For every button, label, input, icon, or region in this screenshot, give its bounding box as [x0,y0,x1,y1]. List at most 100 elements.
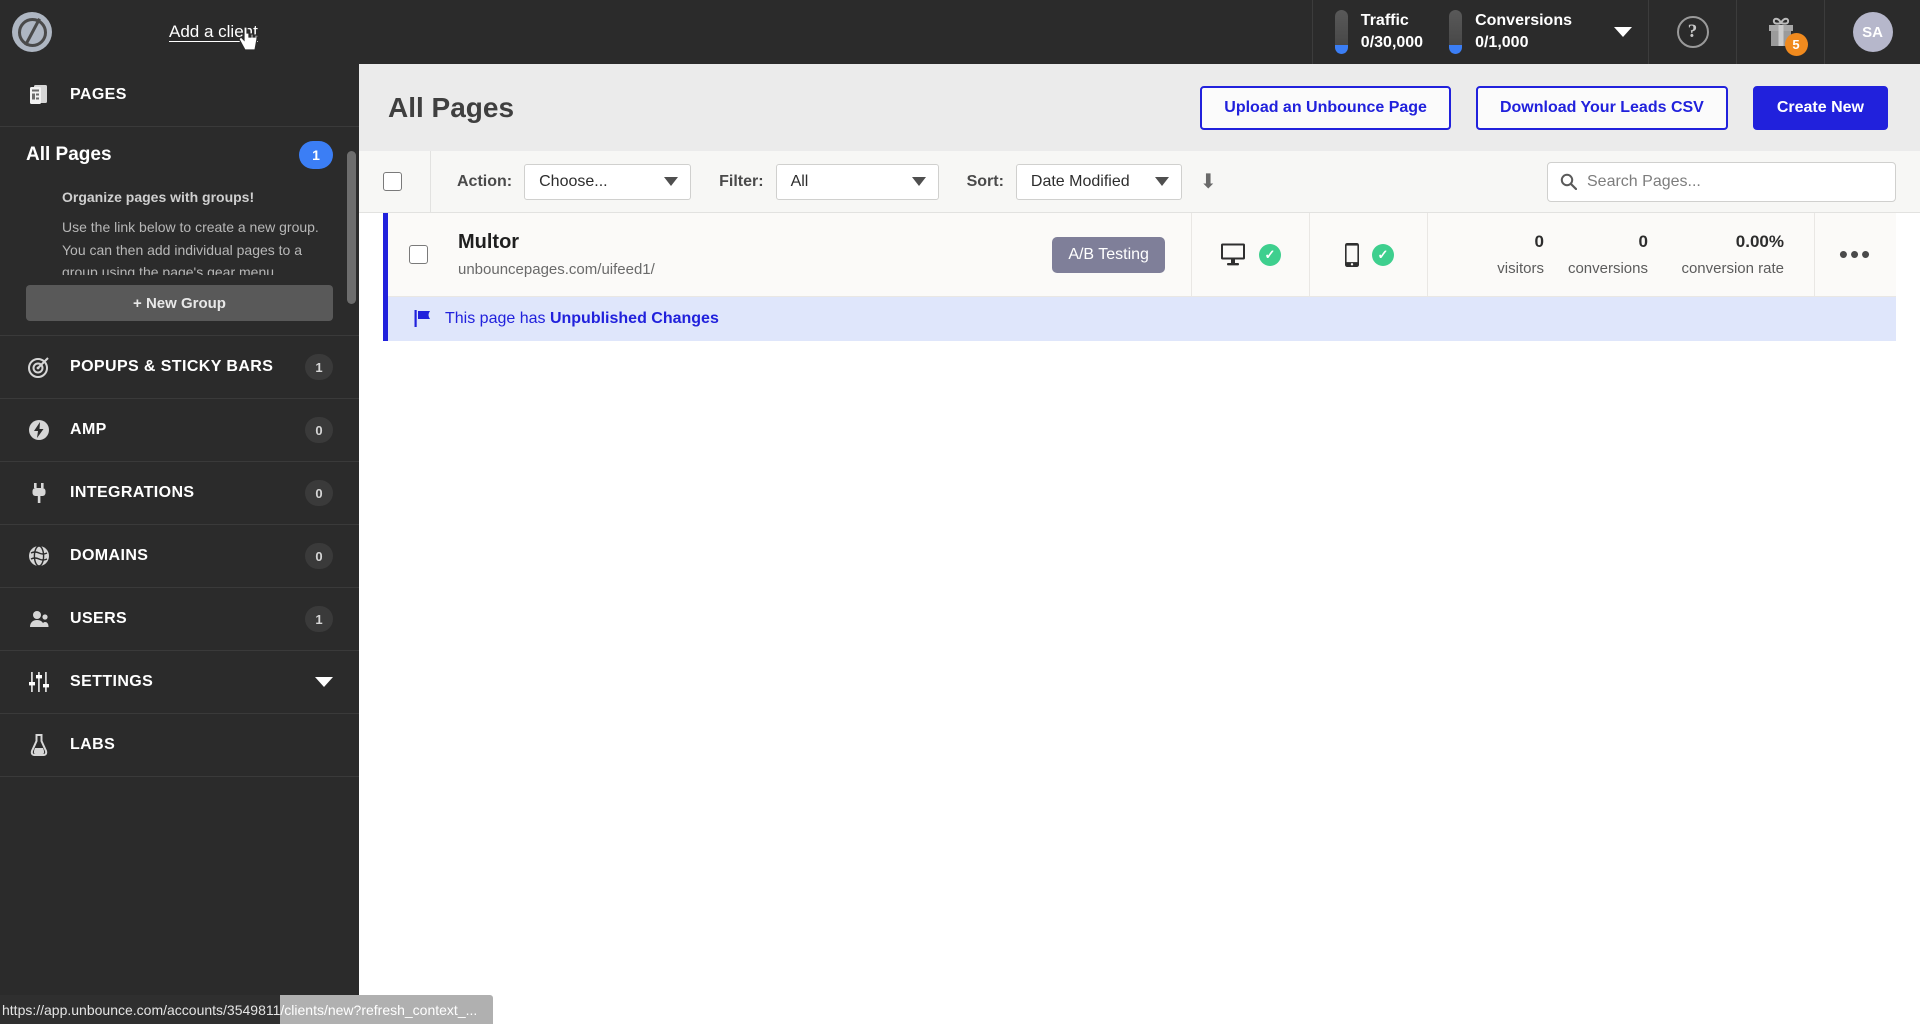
toolbar-divider [430,150,431,213]
sidebar-item-popups-sticky-bars[interactable]: POPUPS & STICKY BARS 1 [0,336,359,398]
all-pages-label: All Pages [26,144,112,165]
sort-select[interactable]: Date Modified [1015,163,1182,200]
status-url-dark: https://app.unbounce.com/accounts/354981… [0,995,281,1024]
new-group-button[interactable]: + New Group [26,285,333,321]
arrow-down-icon[interactable]: ⬇ [1200,172,1217,192]
mobile-status-cell: ✓ [1308,212,1427,297]
sidebar-item-users[interactable]: USERS 1 [0,588,359,650]
sidebar-item-all-pages[interactable]: All Pages 1 [0,127,359,183]
sidebar-item-count: 1 [305,354,333,380]
notice-strong: Unpublished Changes [549,310,719,327]
group-hint-body: Use the link below to create a new group… [62,219,319,275]
action-label: Action: [457,172,513,190]
desktop-status-cell: ✓ [1190,212,1309,297]
main-header: All Pages Upload an Unbounce Page Downlo… [359,64,1920,151]
sidebar-item-label: LABS [70,736,116,753]
sidebar-item-label: AMP [70,421,107,438]
page-url: unbouncepages.com/uifeed1/ [458,261,655,278]
avatar: SA [1852,12,1893,52]
usage-chevron-down-icon[interactable] [1614,27,1632,37]
desktop-icon [1220,243,1245,265]
globe-icon [26,543,52,569]
filter-select-value: All [790,172,809,190]
sort-field: Sort: Date Modified ⬇ [966,163,1217,200]
stat-value: 0 [1638,232,1648,251]
create-new-button[interactable]: Create New [1752,85,1888,130]
sidebar-section-amp: AMP 0 [0,399,359,462]
sidebar-section-domains: DOMAINS 0 [0,525,359,588]
usage-conversions[interactable]: Conversions 0/1,000 [1449,10,1572,54]
flask-icon [26,732,52,758]
sidebar-item-settings[interactable]: SETTINGS [0,651,359,713]
traffic-gauge-icon [1334,10,1348,54]
filter-label: Filter: [719,172,764,190]
sidebar-item-label: SETTINGS [70,673,154,690]
page-card: Multor unbouncepages.com/uifeed1/ A/B Te… [383,212,1896,341]
add-client-link[interactable]: Add a client [169,22,258,42]
user-menu-button[interactable]: SA [1824,0,1920,64]
page-name-cell[interactable]: Multor unbouncepages.com/uifeed1/ [449,231,1052,278]
sidebar-section-settings: SETTINGS [0,651,359,714]
search-pages-box[interactable] [1547,161,1896,202]
sidebar-item-amp[interactable]: AMP 0 [0,399,359,461]
stat-value: 0.00% [1735,232,1784,251]
all-pages-count-badge: 1 [299,141,333,169]
stat-caption: visitors [1497,260,1544,277]
sidebar-item-count: 1 [305,606,333,632]
upload-unbounce-page-button[interactable]: Upload an Unbounce Page [1200,85,1451,130]
unpublished-changes-banner: This page has Unpublished Changes [388,297,1896,341]
bolt-icon [26,417,52,443]
stat-visitors: 0 visitors [1452,232,1556,277]
pages-list: Multor unbouncepages.com/uifeed1/ A/B Te… [359,212,1920,341]
sidebar-pages-panel: All Pages 1 Organize pages with groups! … [0,127,359,336]
traffic-label: Traffic [1360,12,1409,29]
conversions-gauge-icon [1449,10,1463,54]
select-all-checkbox[interactable] [383,172,402,191]
group-hint: Organize pages with groups! Use the link… [0,183,359,275]
sidebar-item-labs[interactable]: LABS [0,714,359,776]
users-icon [26,606,52,632]
sidebar-item-count: 0 [305,543,333,569]
plug-icon [26,480,52,506]
rewards-badge: 5 [1784,33,1808,56]
stat-value: 0 [1534,232,1544,251]
row-checkbox[interactable] [409,245,428,264]
question-mark-icon: ? [1676,16,1709,48]
check-icon: ✓ [1258,243,1281,266]
page-title: All Pages [388,91,515,123]
sidebar-section-integrations: INTEGRATIONS 0 [0,462,359,525]
action-select-value: Choose... [539,172,608,190]
filter-select[interactable]: All [775,163,939,200]
group-hint-title: Organize pages with groups! [62,189,255,205]
rewards-button[interactable]: 5 [1736,0,1824,64]
usage-traffic[interactable]: Traffic 0/30,000 [1334,10,1423,54]
target-icon [26,354,52,380]
action-field: Action: Choose... [457,163,692,200]
unbounce-logo[interactable] [0,0,64,64]
conversions-value: 0/1,000 [1475,34,1529,51]
sidebar-scrollbar[interactable] [347,151,356,304]
stat-conversions: 0 conversions [1556,232,1660,277]
search-input[interactable] [1587,172,1883,191]
sidebar-item-label: INTEGRATIONS [70,484,195,501]
sidebar-item-count: 0 [305,480,333,506]
notice-prefix: This page has [445,310,550,327]
sidebar-item-domains[interactable]: DOMAINS 0 [0,525,359,587]
download-leads-csv-button[interactable]: Download Your Leads CSV [1475,85,1728,130]
row-overflow-menu-button[interactable]: ••• [1814,212,1896,297]
sidebar-section-pages: PAGES [0,64,359,127]
settings-chevron-down-icon[interactable] [315,677,333,687]
help-button[interactable]: ? [1648,0,1736,64]
sort-label: Sort: [966,172,1004,190]
table-row[interactable]: Multor unbouncepages.com/uifeed1/ A/B Te… [388,212,1896,297]
action-select[interactable]: Choose... [524,163,692,200]
main-content: All Pages Upload an Unbounce Page Downlo… [359,64,1920,1024]
filter-field: Filter: All [719,163,939,200]
sidebar-item-integrations[interactable]: INTEGRATIONS 0 [0,462,359,524]
sidebar: PAGES All Pages 1 Organize pages with gr… [0,64,359,1024]
stat-conversion-rate: 0.00% conversion rate [1660,232,1796,277]
sort-select-value: Date Modified [1030,172,1130,190]
sidebar-item-pages[interactable]: PAGES [0,64,359,126]
sidebar-pages-label: PAGES [70,86,127,103]
chevron-down-icon [664,177,679,186]
